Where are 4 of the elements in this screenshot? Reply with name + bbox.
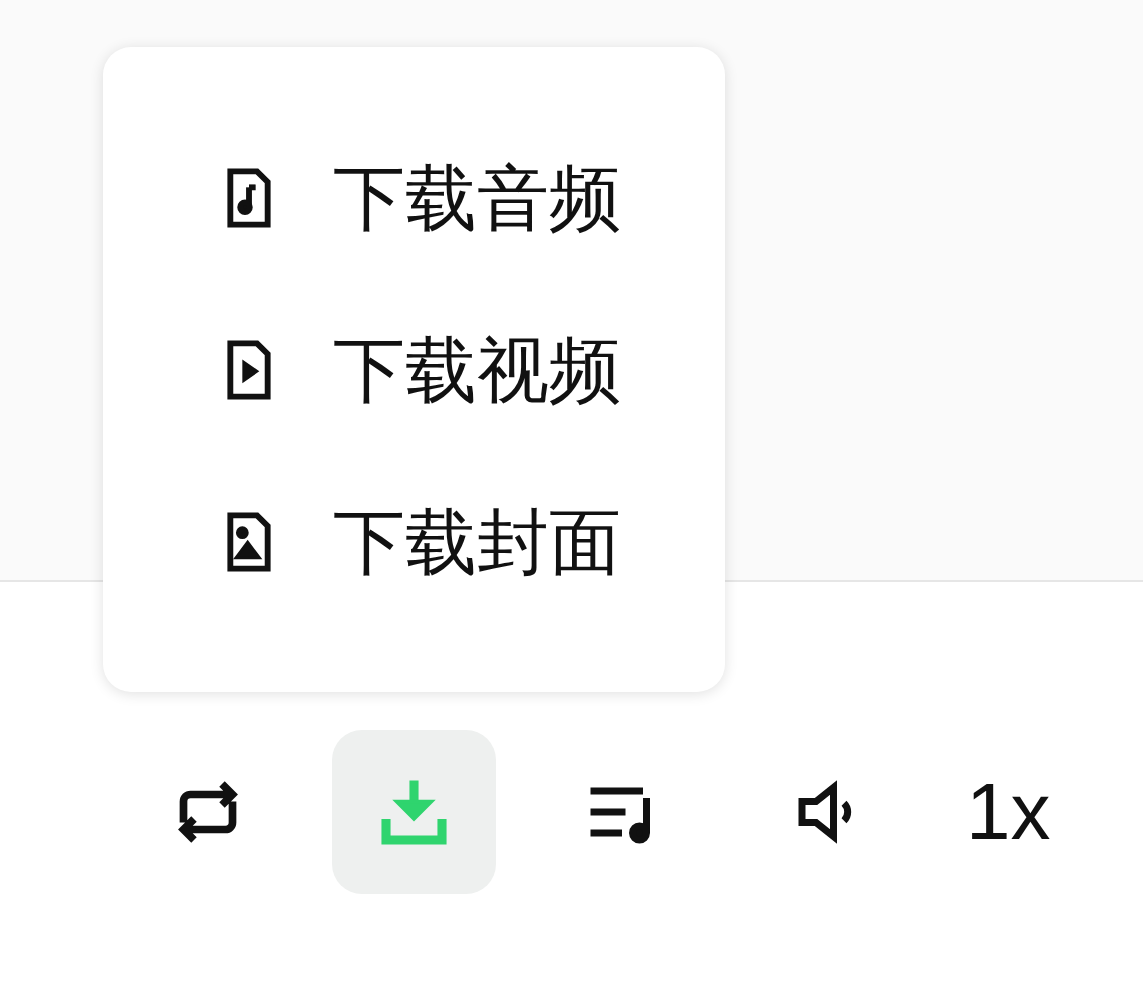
speed-button[interactable]: 1x xyxy=(954,730,1063,894)
menu-item[interactable]: 下载封面 xyxy=(217,505,621,578)
menu-item[interactable]: 下载音频 xyxy=(217,161,621,234)
menu-item[interactable]: 下载视频 xyxy=(217,333,621,406)
